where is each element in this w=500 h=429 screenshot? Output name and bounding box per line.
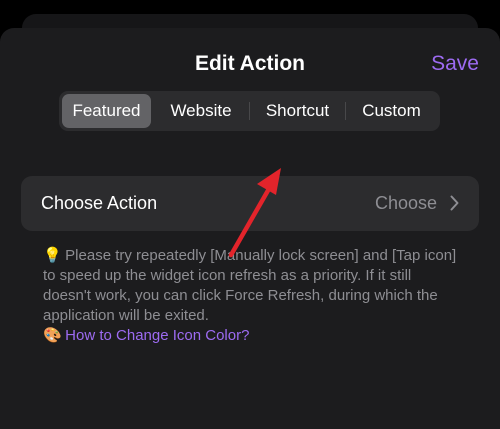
refresh-hint-text: Please try repeatedly [Manually lock scr…	[43, 247, 457, 324]
icon-color-help-link[interactable]: How to Change Icon Color?	[65, 327, 249, 344]
choose-action-label: Choose Action	[41, 193, 158, 213]
icon-color-help: 🎨 How to Change Icon Color?	[43, 326, 249, 346]
tab-website[interactable]: Website	[153, 94, 249, 128]
tab-custom[interactable]: Custom	[346, 94, 437, 128]
tab-shortcut[interactable]: Shortcut	[250, 94, 345, 128]
action-type-segmented-control: Featured Website Shortcut Custom	[59, 91, 440, 131]
page-title: Edit Action	[194, 52, 306, 75]
lightbulb-icon: 💡	[43, 247, 62, 264]
palette-icon: 🎨	[43, 327, 62, 344]
choose-action-row[interactable]: Choose Action Choose	[21, 176, 479, 231]
refresh-hint: 💡 Please try repeatedly [Manually lock s…	[43, 246, 463, 326]
tab-featured[interactable]: Featured	[62, 94, 151, 128]
choose-action-value: Choose	[374, 193, 437, 213]
screen: Edit Action Save Featured Website Shortc…	[0, 0, 500, 429]
chevron-right-icon	[450, 195, 459, 211]
save-button[interactable]: Save	[431, 53, 479, 75]
